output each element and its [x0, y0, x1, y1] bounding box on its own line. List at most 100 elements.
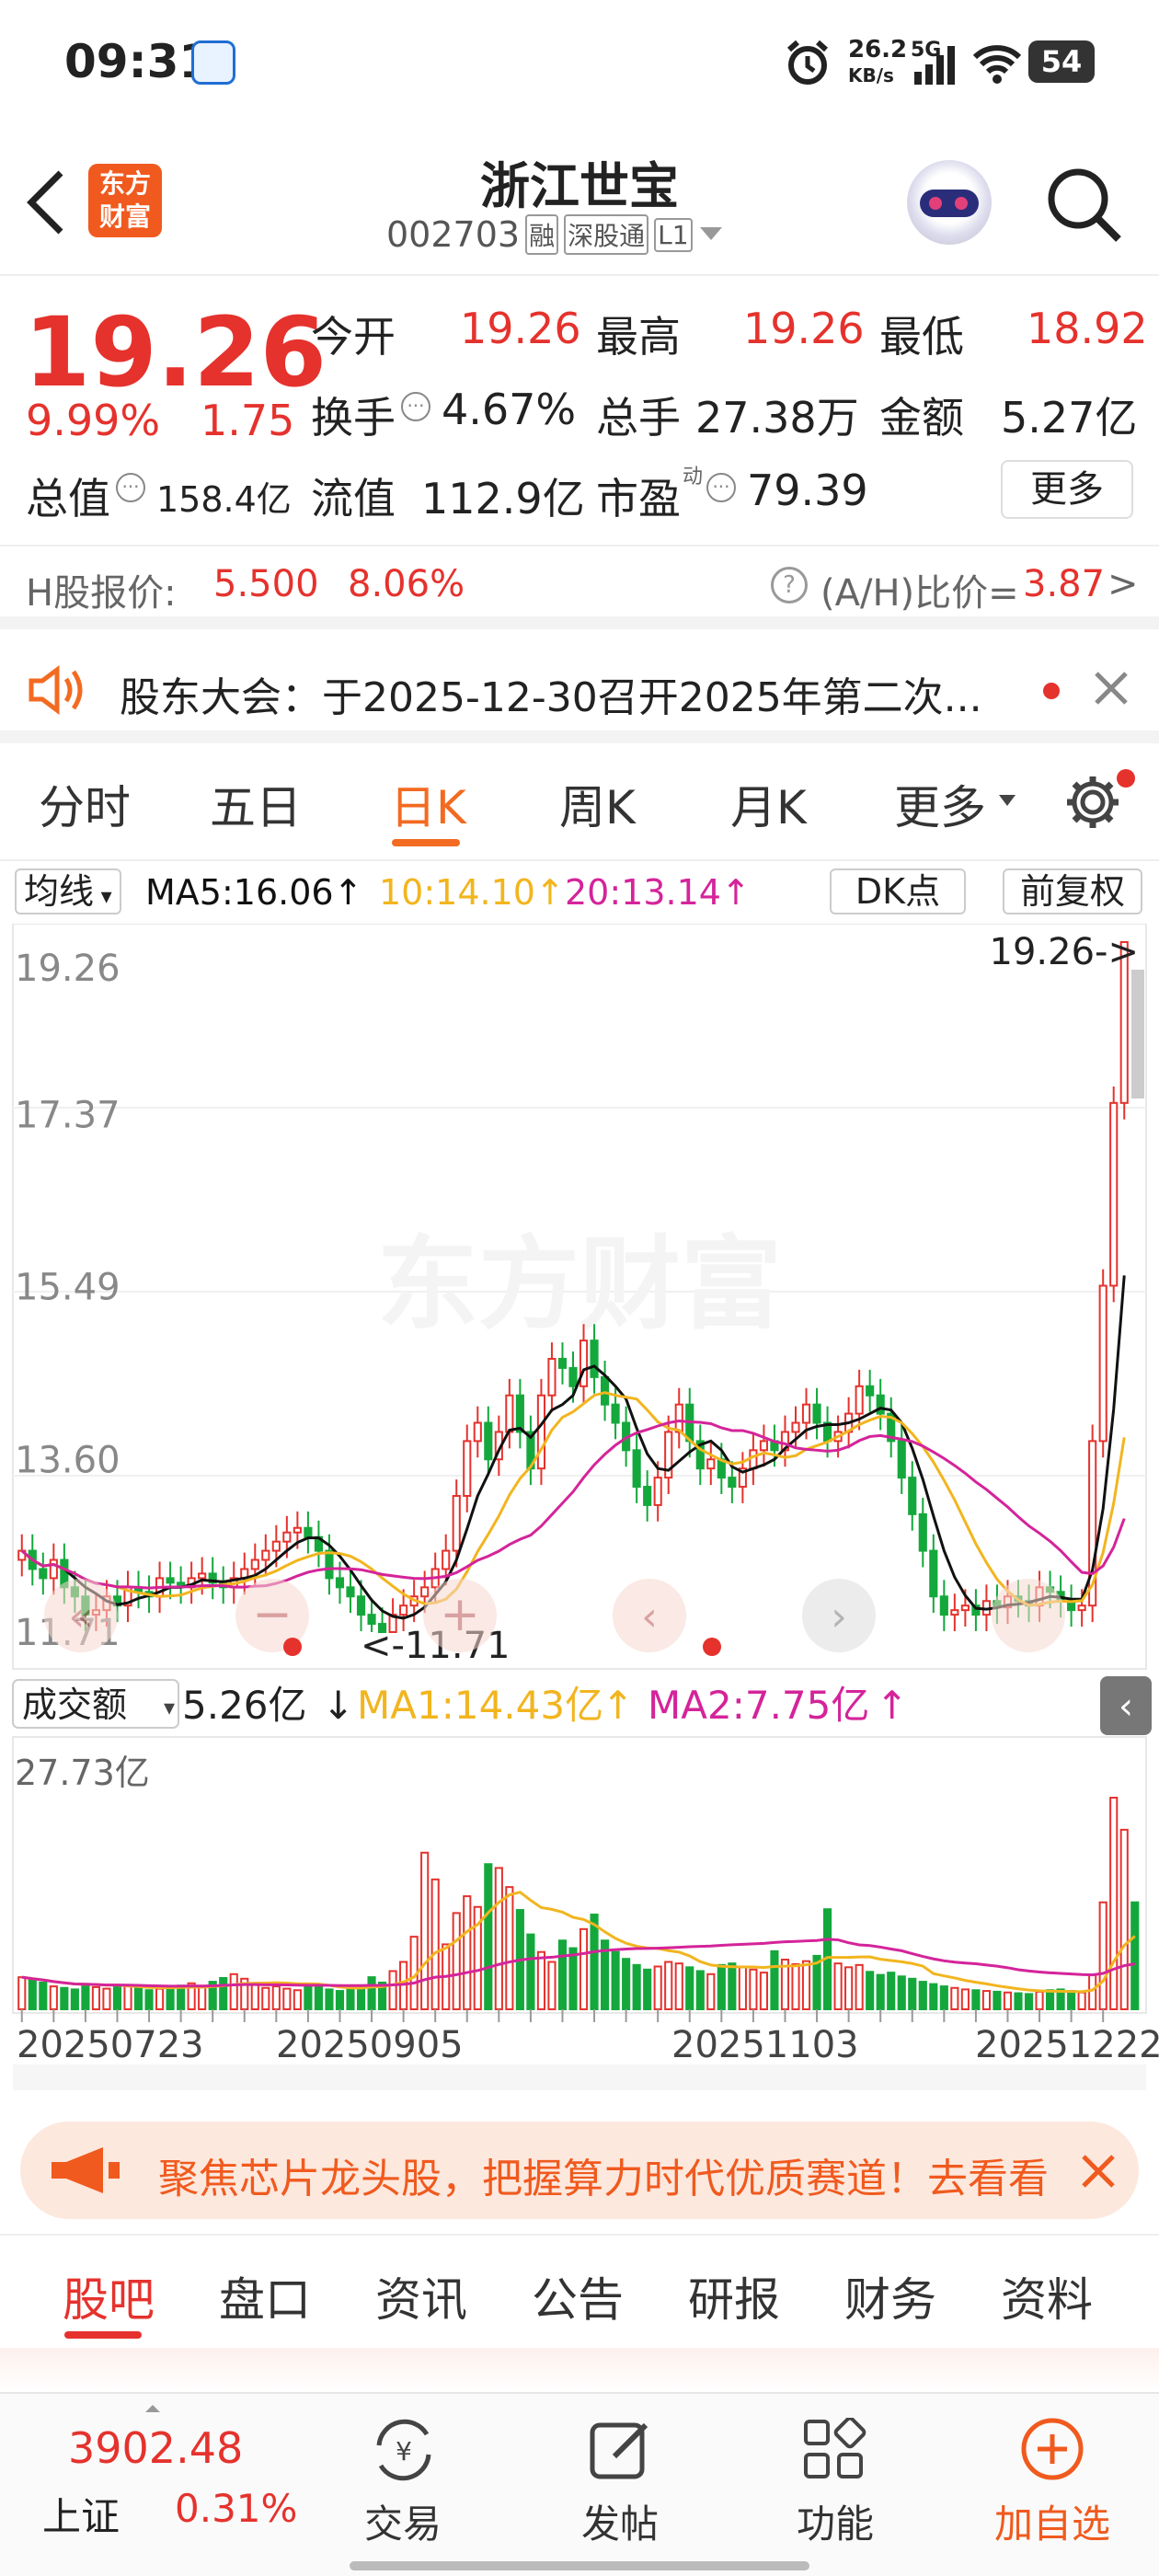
volume-bar [801, 1960, 811, 2011]
tab-weekly-k[interactable]: 周K [559, 771, 636, 837]
chevron-right-icon: > [1107, 563, 1139, 605]
edit-icon[interactable] [587, 2416, 653, 2482]
candle-body [1098, 1284, 1107, 1443]
kline-chart[interactable]: 东方财富 19.2617.3715.4913.6011.71 19.26-> <… [0, 924, 1159, 2101]
stock-code-row[interactable]: 002703 融 深股通 L1 [386, 212, 724, 258]
close-icon[interactable] [1093, 670, 1130, 707]
candle-body [484, 1421, 493, 1461]
tab-daily-k[interactable]: 日K [390, 771, 466, 837]
scroll-indicator [1131, 970, 1144, 1098]
volume-bar [219, 1976, 228, 2010]
volume-bar [102, 1987, 111, 2010]
caret-down-icon: ▾ [164, 1695, 175, 1720]
dk-button[interactable]: DK点 [830, 868, 966, 914]
tab-news[interactable]: 资讯 [375, 2263, 467, 2329]
volume-bar [918, 1981, 927, 2010]
x-tick-label: 20250905 [276, 2024, 464, 2066]
hshare-pct: 8.06% [348, 563, 465, 605]
tab-guba[interactable]: 股吧 [63, 2263, 155, 2329]
hshare-row[interactable]: H股报价: 5.500 8.06% ? (A/H)比价= 3.87 > [0, 545, 1159, 629]
search-icon[interactable] [1045, 166, 1124, 245]
y-tick-label: 13.60 [15, 1439, 120, 1481]
gear-icon[interactable] [1063, 773, 1122, 832]
tab-announce[interactable]: 公告 [532, 2263, 624, 2329]
tab-monthly-k[interactable]: 月K [730, 771, 807, 837]
info-dots-icon[interactable]: ··· [401, 392, 430, 421]
nav-trade-label[interactable]: 交易 [311, 2493, 495, 2549]
tab-five-day[interactable]: 五日 [210, 771, 302, 837]
candle-body [547, 1357, 557, 1397]
volume-bar [876, 1973, 885, 2010]
ma20-value: 20:13.14↑ [565, 872, 751, 913]
index-ticker[interactable]: 3902.48 上证 0.31% [18, 2394, 304, 2550]
info-dots-icon[interactable]: ··· [116, 473, 145, 502]
nav-add-label[interactable]: 加自选 [960, 2493, 1144, 2549]
info-dots-icon[interactable]: ··· [706, 473, 736, 502]
change-amt: 1.75 [201, 396, 295, 445]
volume-bar [950, 1986, 959, 2010]
robot-avatar[interactable] [907, 160, 992, 245]
add-circle-icon[interactable] [1019, 2416, 1085, 2482]
adjust-button[interactable]: 前复权 [1003, 868, 1142, 914]
candle-body [505, 1394, 514, 1433]
volume-bar [60, 1986, 69, 2010]
promo-banner[interactable]: 聚焦芯片龙头股，把握算力时代优质赛道！去看看 [20, 2122, 1139, 2219]
svg-text:¥: ¥ [396, 2436, 412, 2467]
help-icon[interactable]: ? [771, 567, 808, 604]
event-dot [283, 1638, 302, 1656]
tab-finance[interactable]: 财务 [844, 2263, 936, 2329]
close-icon[interactable] [1080, 2153, 1117, 2190]
tab-pankou[interactable]: 盘口 [219, 2263, 311, 2329]
trade-icon[interactable]: ¥ [366, 2418, 442, 2482]
volume-bar [897, 1975, 906, 2010]
candle-body [442, 1549, 451, 1570]
candle-body [812, 1403, 821, 1424]
nav-post-label[interactable]: 发帖 [528, 2493, 712, 2549]
volume-bar [484, 1863, 493, 2011]
settings-dot [1117, 769, 1135, 788]
candle-body [335, 1577, 345, 1589]
tab-intraday[interactable]: 分时 [39, 771, 131, 837]
volume-bar [1088, 1973, 1097, 2010]
x-tick-label: 20250723 [17, 2024, 204, 2066]
volume-bar [452, 1912, 461, 2010]
hshare-price: 5.500 [213, 563, 319, 605]
high-value: 19.26 [743, 304, 865, 353]
volume-bar [611, 1950, 620, 2010]
volume-bar [536, 1950, 546, 2010]
signal-icon [914, 46, 955, 85]
candle-body [346, 1586, 355, 1598]
volume-bar [1014, 1992, 1023, 2011]
tab-more[interactable]: 更多 [894, 771, 986, 837]
ma-selector[interactable]: 均线 ▾ [15, 868, 121, 914]
tab-profile[interactable]: 资料 [1001, 2263, 1093, 2329]
volume-bar [1077, 1991, 1086, 2011]
nav-func-label[interactable]: 功能 [743, 2493, 927, 2549]
amount-value: 5.27亿 [1001, 393, 1138, 443]
x-axis-labels: 20250723 20250905 20251103 20251222 [17, 2009, 1159, 2066]
candle-body [515, 1394, 524, 1433]
float-value: 112.9亿 [421, 474, 585, 523]
notice-bar[interactable]: 股东大会：于2025-12-30召开2025年第二次... [0, 642, 1159, 743]
apps-grid-icon[interactable] [802, 2418, 866, 2482]
down-arrow-icon: ↓ [322, 1683, 354, 1728]
candle-body [728, 1477, 737, 1489]
tab-research[interactable]: 研报 [688, 2263, 780, 2329]
volume-bar [993, 1990, 1002, 2011]
volume-bar [123, 1985, 132, 2010]
volume-bar [91, 1985, 101, 2010]
megaphone-icon [52, 2147, 120, 2193]
volume-bar [335, 1990, 345, 2010]
volume-bar [791, 1963, 800, 2011]
ma10-value: 10:14.10↑ [379, 872, 565, 913]
volume-bar [833, 1962, 843, 2011]
vol-ma1: MA1:14.43亿 [357, 1683, 603, 1728]
x-tick-label: 20251222 [975, 2024, 1159, 2066]
vol-selector-label: 成交额 [22, 1685, 127, 1725]
volume-bar [929, 1983, 938, 2010]
volume-bar [1024, 1993, 1034, 2011]
wifi-icon [973, 45, 1021, 84]
more-button[interactable]: 更多 [1001, 460, 1133, 519]
volume-bar [695, 1970, 705, 2011]
caret-down-icon [999, 795, 1016, 806]
